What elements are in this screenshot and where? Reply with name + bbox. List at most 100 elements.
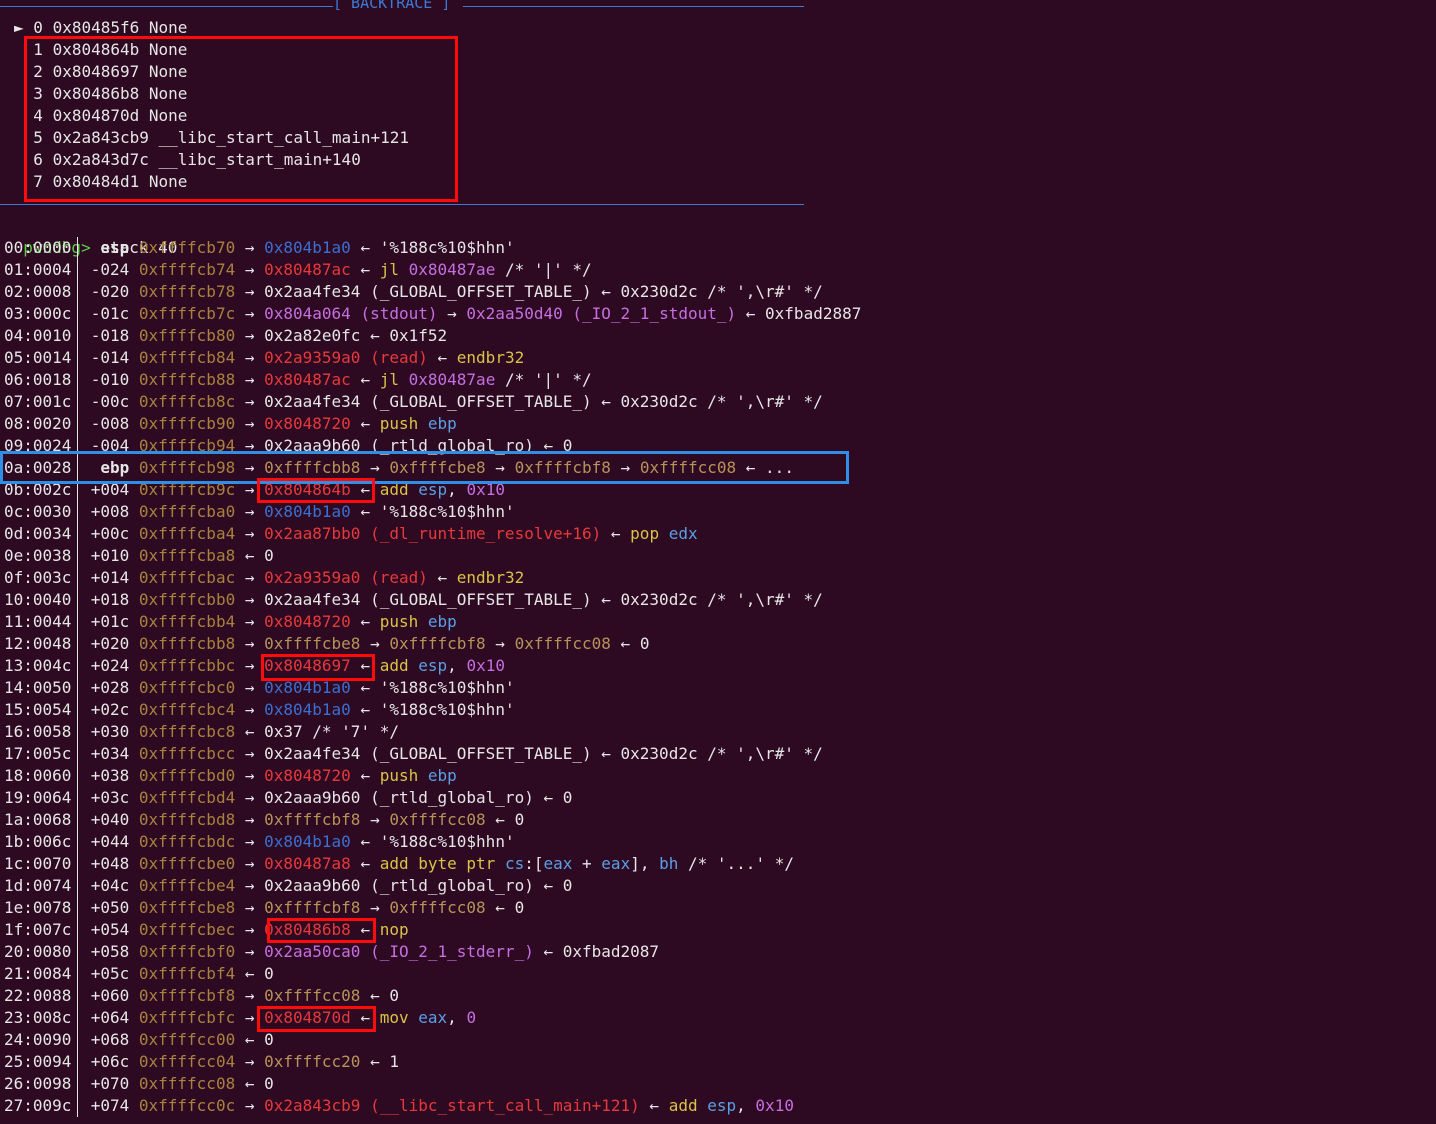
command-line: pwndbg> stack 40 [4,215,177,257]
stack-address: 0xffffcbb8 [138,634,236,653]
stack-value-segment: ← [350,260,380,279]
stack-address: 0xffffcbac [138,568,236,587]
stack-row: 13:004c +024 0xffffcbbc → 0x8048697 ← ad… [4,655,505,677]
stack-index: 03:000c [4,304,72,323]
stack-value-segment: '%188c%10$hhn' [379,238,515,257]
column-separator [77,677,78,699]
column-separator [77,1095,78,1117]
stack-offset: +048 [90,854,130,873]
stack-row: 20:0080 +058 0xffffcbf0 → 0x2aa50ca0 (_I… [4,941,659,963]
column-separator [77,1007,78,1029]
stack-offset: +014 [90,568,130,587]
stack-index: 13:004c [4,656,72,675]
stack-offset: +01c [90,612,130,631]
stack-address: 0xffffcbd8 [138,810,236,829]
stack-offset: +040 [90,810,130,829]
stack-value-segment: '%188c%10$hhn' [379,700,515,719]
column-separator [77,985,78,1007]
column-separator [77,809,78,831]
column-separator [77,1051,78,1073]
stack-value-segment: 0x8048720 [264,612,351,631]
stack-row: 0f:003c +014 0xffffcbac → 0x2a9359a0 (re… [4,567,524,589]
stack-index: 1c:0070 [4,854,72,873]
stack-index: 14:0050 [4,678,72,697]
stack-value-segment: 0x80487ae [408,370,496,389]
stack-row: 15:0054 +02c 0xffffcbc4 → 0x804b1a0 ← '%… [4,699,515,721]
column-separator [77,303,78,325]
column-separator [77,765,78,787]
stack-value-segment: → [437,304,467,323]
stack-offset: +034 [90,744,130,763]
stack-value-segment: 0xffffcbf8 [389,634,486,653]
stack-value-segment: → [244,348,265,367]
stack-value-segment: ], [630,854,660,873]
stack-row: 21:0084 +05c 0xffffcbf4 ← 0 [4,963,274,985]
ret-addr-highlight-4 [257,1006,376,1032]
stack-offset: -008 [90,414,130,433]
stack-value-segment: 0x80487a8 [264,854,351,873]
stack-value-segment: , [447,656,467,675]
stack-index: 11:0044 [4,612,72,631]
column-separator [77,853,78,875]
backtrace-bottom-rule [0,204,804,205]
column-separator [77,611,78,633]
stack-index: 1e:0078 [4,898,72,917]
stack-offset: +038 [90,766,130,785]
stack-row: 02:0008 -020 0xffffcb78 → 0x2aa4fe34 (_G… [4,281,823,303]
stack-value-segment [409,1008,419,1027]
stack-address: 0xffffcc04 [138,1052,236,1071]
stack-value-segment: → [244,392,265,411]
stack-value-segment [418,612,428,631]
stack-value-segment: → [485,634,515,653]
column-separator [77,523,78,545]
stack-index: 12:0048 [4,634,72,653]
stack-offset: +03c [90,788,130,807]
stack-index: 16:0058 [4,722,72,741]
stack-address: 0xffffcbf0 [138,942,236,961]
stack-value-segment: '%188c%10$hhn' [379,502,515,521]
stack-value-segment: 0x2a9359a0 (read) [264,348,428,367]
stack-value-segment [659,524,669,543]
stack-index: 10:0040 [4,590,72,609]
stack-row: 1e:0078 +050 0xffffcbe8 → 0xffffcbf8 → 0… [4,897,524,919]
stack-value-segment: → [244,590,265,609]
stack-offset: -00c [90,392,130,411]
stack-value-segment: → [244,766,265,785]
stack-address: 0xffffcb90 [138,414,236,433]
stack-address: 0xffffcbb4 [138,612,236,631]
stack-value-segment: → [244,942,265,961]
stack-index: 07:001c [4,392,72,411]
stack-value-segment: cs [504,854,525,873]
stack-index: 1b:006c [4,832,72,851]
ebp-row-highlight-box [0,451,849,484]
stack-value-segment: ← [350,238,380,257]
column-separator [77,699,78,721]
column-separator [77,919,78,941]
stack-address: 0xffffcbec [138,920,236,939]
stack-address: 0xffffcb80 [138,326,236,345]
stack-address: 0xffffcb78 [138,282,236,301]
stack-address: 0xffffcb84 [138,348,236,367]
stack-value-segment: → [244,326,265,345]
ret-addr-highlight-1 [257,478,375,503]
stack-row: 00:0000 esp 0xffffcb70 → 0x804b1a0 ← '%1… [4,237,515,259]
stack-value-segment: ← [350,414,380,433]
stack-row: 16:0058 +030 0xffffcbc8 ← 0x37 /* '7' */ [4,721,399,743]
stack-value-segment [399,260,409,279]
stack-offset: +068 [90,1030,130,1049]
stack-row: 04:0010 -018 0xffffcb80 → 0x2a82e0fc ← 0… [4,325,447,347]
stack-offset: +00c [90,524,130,543]
stack-value-segment: edx [668,524,698,543]
stack-value-segment: 0x8048720 [264,414,351,433]
column-separator [77,325,78,347]
stack-value-segment: ← [485,898,515,917]
stack-address: 0xffffcbbc [138,656,236,675]
column-separator [77,963,78,985]
stack-value-segment: ebp [427,414,457,433]
stack-index: 0c:0030 [4,502,72,521]
stack-value-segment: 0x804a064 (stdout) [264,304,438,323]
stack-offset: +008 [90,502,130,521]
stack-value-segment: → [244,788,265,807]
frame-marker [14,84,24,103]
frame-marker: ► [14,18,24,37]
